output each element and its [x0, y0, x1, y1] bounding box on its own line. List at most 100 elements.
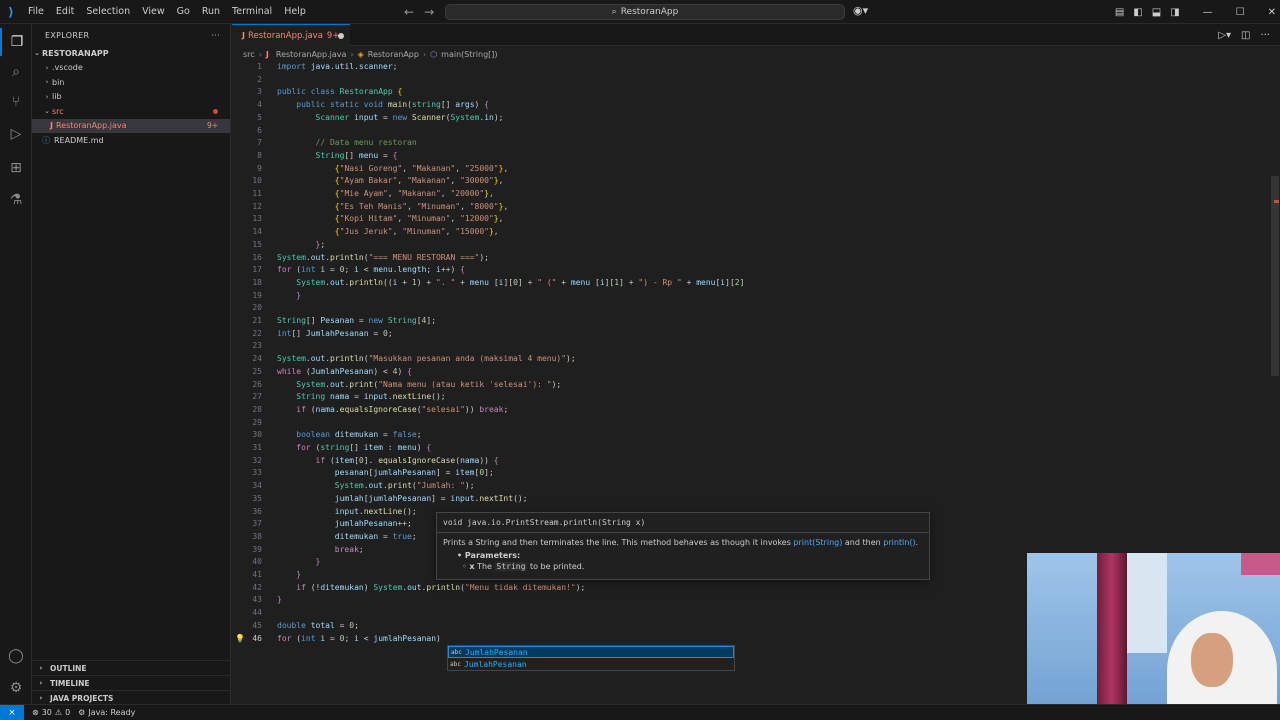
unsaved-dot-icon[interactable]: [338, 33, 344, 39]
forward-arrow-icon[interactable]: →: [424, 5, 434, 19]
webcam-face: [1191, 633, 1233, 687]
settings-gear-icon[interactable]: ⚙: [0, 674, 32, 702]
remote-icon[interactable]: ⨯: [0, 704, 24, 720]
workspace-root[interactable]: ⌄ RESTORANAPP: [32, 46, 230, 61]
code-line: 9 {"Nasi Goreng", "Makanan", "25000"},: [232, 163, 1272, 176]
suggest-item[interactable]: abc JumlahPesanan: [448, 658, 734, 670]
extensions-icon[interactable]: ⊞: [0, 154, 32, 182]
chevron-right-icon: ›: [45, 92, 49, 101]
line-number: 30: [252, 430, 262, 440]
account-icon[interactable]: ◯: [0, 642, 32, 670]
line-number: 14: [252, 227, 262, 237]
title-bar: ⟩ File Edit Selection View Go Run Termin…: [0, 0, 1280, 24]
method-icon: ⬡: [430, 49, 438, 59]
line-text: ditemukan = true;: [334, 531, 417, 541]
line-number: 25: [252, 366, 262, 376]
code-line: 12 {"Es Teh Manis", "Minuman", "8000"},: [232, 201, 1272, 214]
close-icon[interactable]: ✕: [1268, 7, 1276, 18]
menu-help[interactable]: Help: [278, 0, 312, 24]
source-control-icon[interactable]: ⑂: [0, 88, 32, 116]
tab-restoranapp-java[interactable]: J RestoranApp.java 9+: [232, 24, 350, 46]
breadcrumb-class[interactable]: RestoranApp: [368, 50, 419, 59]
line-number: 24: [252, 354, 262, 364]
line-number: 19: [252, 290, 262, 300]
line-text: jumlahPesanan++;: [334, 519, 412, 529]
line-number: 43: [252, 595, 262, 605]
warning-count: 0: [65, 708, 71, 717]
file-readme[interactable]: ⓘ README.md: [32, 133, 230, 148]
split-editor-icon[interactable]: ◫: [1241, 30, 1250, 41]
java-projects-section[interactable]: › JAVA PROJECTS: [32, 690, 231, 705]
testing-icon[interactable]: ⚗: [0, 186, 32, 214]
java-file-icon: J: [242, 31, 245, 40]
menu-file[interactable]: File: [22, 0, 50, 24]
file-restoranapp-java[interactable]: J RestoranApp.java 9+: [32, 118, 230, 133]
menu-go[interactable]: Go: [171, 0, 196, 24]
line-text: import java.util.scanner;: [277, 62, 398, 71]
suggest-item[interactable]: abc JumlahPesanan: [448, 646, 734, 658]
folder-vscode[interactable]: › .vscode: [32, 61, 230, 76]
code-line: 33 pesanan[jumlahPesanan] = item[0];: [232, 467, 1272, 480]
file-label: RestoranApp.java: [55, 121, 127, 131]
copilot-icon[interactable]: ◉▾: [853, 4, 868, 17]
breadcrumb-file[interactable]: RestoranApp.java: [276, 50, 347, 59]
webcam-curtain: [1097, 553, 1127, 720]
line-number: 33: [252, 468, 262, 478]
secondary-sidebar-toggle-icon[interactable]: ◨: [1170, 7, 1179, 18]
minimize-icon[interactable]: —: [1203, 7, 1213, 18]
line-text: input.nextLine();: [334, 506, 417, 516]
sidebar-toggle-icon[interactable]: ◧: [1133, 7, 1142, 18]
suggest-widget: abc JumlahPesanan abc JumlahPesanan: [447, 645, 735, 671]
folder-lib[interactable]: › lib: [32, 90, 230, 105]
command-center-search[interactable]: ⌕ RestoranApp: [445, 4, 845, 20]
menu-view[interactable]: View: [136, 0, 171, 24]
line-number: 16: [252, 252, 262, 262]
hover-param: ◦ x The String to be printed.: [457, 562, 585, 571]
hover-link-print[interactable]: print(String): [793, 538, 842, 547]
chevron-right-icon: ›: [45, 78, 49, 87]
menu-edit[interactable]: Edit: [50, 0, 80, 24]
webcam-overlay: [1027, 553, 1280, 720]
maximize-icon[interactable]: ☐: [1236, 7, 1245, 18]
back-arrow-icon[interactable]: ←: [404, 5, 414, 19]
java-status[interactable]: ⚙ Java: Ready: [78, 708, 135, 717]
line-number: 34: [252, 481, 262, 491]
line-number: 45: [252, 620, 262, 630]
line-text: public static void main(string[] args) {: [296, 100, 490, 110]
code-line: 11 {"Mie Ayam", "Makanan", "20000"},: [232, 188, 1272, 201]
run-debug-icon[interactable]: ▷: [0, 120, 32, 148]
nav-arrows: ← →: [404, 0, 434, 24]
line-text: String nama = input.nextLine();: [296, 392, 446, 402]
more-actions-icon[interactable]: ···: [211, 31, 220, 40]
layout-toggle-icon[interactable]: ▤: [1115, 7, 1124, 18]
params-label: Parameters:: [464, 551, 521, 560]
more-actions-icon[interactable]: ···: [1260, 30, 1270, 41]
code-line: 20: [232, 302, 1272, 315]
explorer-icon[interactable]: ❐: [0, 28, 32, 56]
outline-section[interactable]: › OUTLINE: [32, 660, 231, 675]
search-icon[interactable]: ⌕: [0, 58, 32, 86]
code-line: 7 // Data menu restoran: [232, 137, 1272, 150]
code-line: 30 boolean ditemukan = false;: [232, 429, 1272, 442]
editor-scrollbar[interactable]: [1271, 176, 1279, 376]
menu-selection[interactable]: Selection: [80, 0, 136, 24]
line-number: 28: [252, 404, 262, 414]
breadcrumb-src[interactable]: src: [243, 50, 255, 59]
menu-terminal[interactable]: Terminal: [226, 0, 278, 24]
run-icon[interactable]: ▷▾: [1218, 30, 1231, 41]
line-text: {"Nasi Goreng", "Makanan", "25000"},: [334, 163, 509, 173]
folder-src[interactable]: ⌄ src: [32, 104, 230, 119]
problems-status[interactable]: ⊗ 30 ⚠ 0: [32, 708, 70, 717]
line-number: 17: [252, 265, 262, 275]
panel-toggle-icon[interactable]: ⬓: [1152, 7, 1161, 18]
timeline-section[interactable]: › TIMELINE: [32, 675, 231, 690]
line-text: {"Ayam Bakar", "Makanan", "30000"},: [334, 176, 504, 186]
line-text: boolean ditemukan = false;: [296, 430, 422, 440]
suggest-label: JumlahPesanan: [465, 647, 528, 657]
line-text: // Data menu restoran: [315, 138, 417, 148]
param-text-b: to be printed.: [529, 562, 585, 571]
menu-run[interactable]: Run: [196, 0, 226, 24]
folder-bin[interactable]: › bin: [32, 75, 230, 90]
hover-link-println[interactable]: println(): [883, 538, 915, 547]
breadcrumb-method[interactable]: main(String[]): [441, 50, 497, 59]
